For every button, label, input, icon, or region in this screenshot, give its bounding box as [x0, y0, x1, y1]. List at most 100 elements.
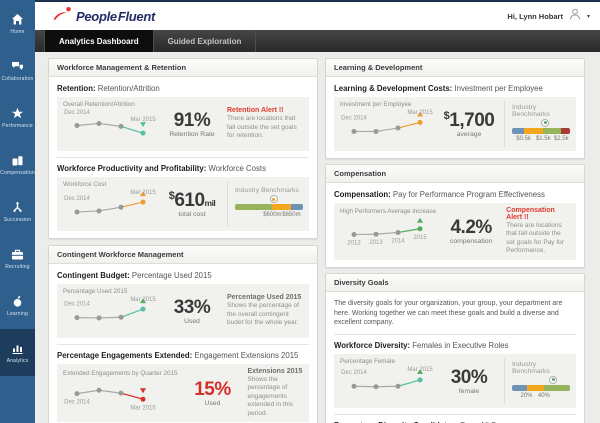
svg-text:Dec 2014: Dec 2014 — [341, 370, 367, 376]
right-column: Learning & Development Learning & Develo… — [325, 58, 585, 423]
contingent-budget-stat-box: Percentage Used 2015 Dec 2014Mar 2015 33… — [57, 284, 309, 338]
panel-diversity-goals: Diversity Goals The diversity goals for … — [325, 273, 585, 423]
benchmark-block: Industry Benchmarks 20%40% — [504, 358, 570, 404]
alert-title: Retention Alert !! — [227, 107, 303, 114]
panel-title: Compensation — [326, 165, 584, 183]
panel-workforce-management-retention: Workforce Management & Retention Retenti… — [48, 58, 318, 239]
extensions-sparkline: Dec 2014 Mar 2015 — [63, 377, 177, 416]
chevron-down-icon: ▾ — [587, 13, 590, 20]
star-icon — [11, 107, 24, 120]
tab-bar: Analytics Dashboard Guided Exploration — [35, 30, 600, 52]
sidebar: Home Collaboration Performance Compensat… — [0, 0, 35, 423]
sparkline-block: Overall Retention/Attrition Dec 2014Mar … — [63, 101, 157, 147]
benchmark-marker-icon — [270, 195, 278, 203]
svg-text:Mar 2015: Mar 2015 — [130, 117, 156, 123]
metric-heading: Contingent Budget: Percentage Used 2015 — [57, 271, 309, 280]
logo-swoosh-icon — [52, 6, 74, 27]
svg-text:Mar 2015: Mar 2015 — [130, 405, 156, 411]
sidebar-item-label: Succession — [4, 217, 32, 223]
panel-contingent-workforce: Contingent Workforce Management Continge… — [48, 245, 318, 423]
metric-heading: Retention: Retention/Attrition — [57, 84, 309, 93]
svg-text:Dec 2014: Dec 2014 — [341, 115, 367, 121]
workforce-cost-benchmark: $600m$650m — [235, 195, 303, 221]
sidebar-item-succession[interactable]: Succession — [0, 188, 35, 235]
diversity-intro-text: The diversity goals for your organizatio… — [334, 299, 576, 328]
home-icon — [11, 13, 24, 26]
big-metric: 15% Used — [183, 380, 241, 407]
user-menu[interactable]: Hi, Lynn Hobart ▾ — [507, 7, 590, 26]
diversity-benchmark: 20%40% — [512, 376, 570, 402]
divider — [334, 334, 576, 335]
benchmark-labels: $600m$650m — [235, 212, 303, 221]
panel-compensation: Compensation Compensation: Pay for Perfo… — [325, 164, 585, 268]
svg-text:Dec 2014: Dec 2014 — [64, 110, 90, 116]
panel-title: Contingent Workforce Management — [49, 246, 317, 264]
sidebar-item-label: Analytics — [7, 358, 29, 364]
sidebar-item-collaboration[interactable]: Collaboration — [0, 47, 35, 94]
workforce-diversity-stat-box: Percentage Female Dec 2014Mar 2015 30% f… — [334, 354, 576, 408]
benchmark-bar — [235, 204, 303, 210]
alert-block: Retention Alert !! There are locations t… — [227, 107, 303, 140]
sparkline-block: High Performers Average increase 2012201… — [340, 208, 436, 254]
svg-text:2014: 2014 — [391, 239, 405, 245]
svg-text:Mar 2015: Mar 2015 — [130, 297, 156, 303]
svg-text:Dec 2014: Dec 2014 — [64, 302, 90, 308]
svg-text:Dec 2014: Dec 2014 — [64, 400, 90, 406]
panel-learning-development: Learning & Development Learning & Develo… — [325, 58, 585, 159]
ld-costs-stat-box: Investment per Employee Dec 2014Mar 2015… — [334, 97, 576, 151]
ld-benchmark: $0.5k$1.5k$2.5k — [512, 119, 570, 145]
divider — [57, 157, 309, 158]
benchmark-bar — [512, 385, 570, 391]
metric-heading: Workforce Diversity: Females in Executiv… — [334, 341, 576, 350]
percentage-used-sparkline: Dec 2014 Mar 2015 — [63, 295, 157, 334]
sidebar-item-label: Collaboration — [1, 76, 33, 82]
workforce-cost-stat-box: Workforce Cost Dec 2014Mar 2015 $610mil … — [57, 177, 309, 231]
sidebar-item-label: Performance — [2, 123, 33, 129]
sparkline-block: Investment per Employee Dec 2014Mar 2015 — [340, 101, 434, 147]
high-performers-sparkline: 2012201320142015 — [340, 215, 436, 254]
big-metric: $1,700 average — [440, 111, 498, 138]
sidebar-item-home[interactable]: Home — [0, 0, 35, 47]
tab-analytics-dashboard[interactable]: Analytics Dashboard — [44, 30, 154, 52]
sidebar-item-recruiting[interactable]: Recruiting — [0, 235, 35, 282]
sidebar-item-performance[interactable]: Performance — [0, 94, 35, 141]
metric-heading: Percentage Engagements Extended: Engagem… — [57, 351, 309, 360]
logo-text: PeopleFluent — [76, 9, 155, 24]
sidebar-item-label: Recruiting — [5, 264, 30, 270]
svg-text:2015: 2015 — [413, 235, 427, 241]
workforce-cost-sparkline: Dec 2014Mar 2015 — [63, 188, 157, 227]
avatar-icon — [568, 7, 582, 26]
percentage-female-sparkline: Dec 2014 Mar 2015 — [340, 365, 434, 404]
benchmark-block: Industry Benchmarks $0.5k$1.5k$2.5k — [504, 101, 570, 147]
left-column: Workforce Management & Retention Retenti… — [48, 58, 318, 423]
benchmark-marker-icon — [549, 376, 557, 384]
metric-heading: Workforce Productivity and Profitability… — [57, 164, 309, 173]
big-metric: $610mil total cost — [163, 191, 221, 218]
retention-stat-box: Overall Retention/Attrition Dec 2014Mar … — [57, 97, 309, 151]
panel-title: Diversity Goals — [326, 274, 584, 292]
sparkline-block: Percentage Used 2015 Dec 2014Mar 2015 — [63, 288, 157, 334]
sparkline-block: Workforce Cost Dec 2014Mar 2015 — [63, 181, 157, 227]
big-metric: 4.2% compensation — [442, 218, 500, 245]
retention-sparkline: Dec 2014 Mar 2015 — [63, 108, 157, 147]
svg-text:Mar 2015: Mar 2015 — [407, 367, 433, 373]
divider — [57, 344, 309, 345]
sidebar-item-learning[interactable]: Learning — [0, 282, 35, 329]
apple-icon — [11, 295, 24, 308]
svg-text:2012: 2012 — [347, 241, 361, 247]
branch-arrows-icon — [11, 201, 24, 214]
sidebar-item-compensation[interactable]: Compensation — [0, 141, 35, 188]
panel-title: Learning & Development — [326, 59, 584, 77]
svg-text:Mar 2015: Mar 2015 — [407, 110, 433, 116]
divider — [334, 414, 576, 415]
tab-guided-exploration[interactable]: Guided Exploration — [154, 30, 257, 52]
dashboard-content: Workforce Management & Retention Retenti… — [35, 52, 600, 423]
metric-heading: Compensation: Pay for Performance Progra… — [334, 190, 576, 199]
panel-title: Workforce Management & Retention — [49, 59, 317, 77]
coins-icon — [11, 154, 24, 167]
sidebar-item-analytics[interactable]: Analytics — [0, 329, 35, 376]
analytics-dashboard-app: Home Collaboration Performance Compensat… — [0, 0, 600, 423]
peoplefluent-logo[interactable]: PeopleFluent — [52, 6, 155, 27]
alert-text: There are locations that fall outside th… — [506, 222, 570, 256]
benchmark-bar — [512, 128, 570, 134]
